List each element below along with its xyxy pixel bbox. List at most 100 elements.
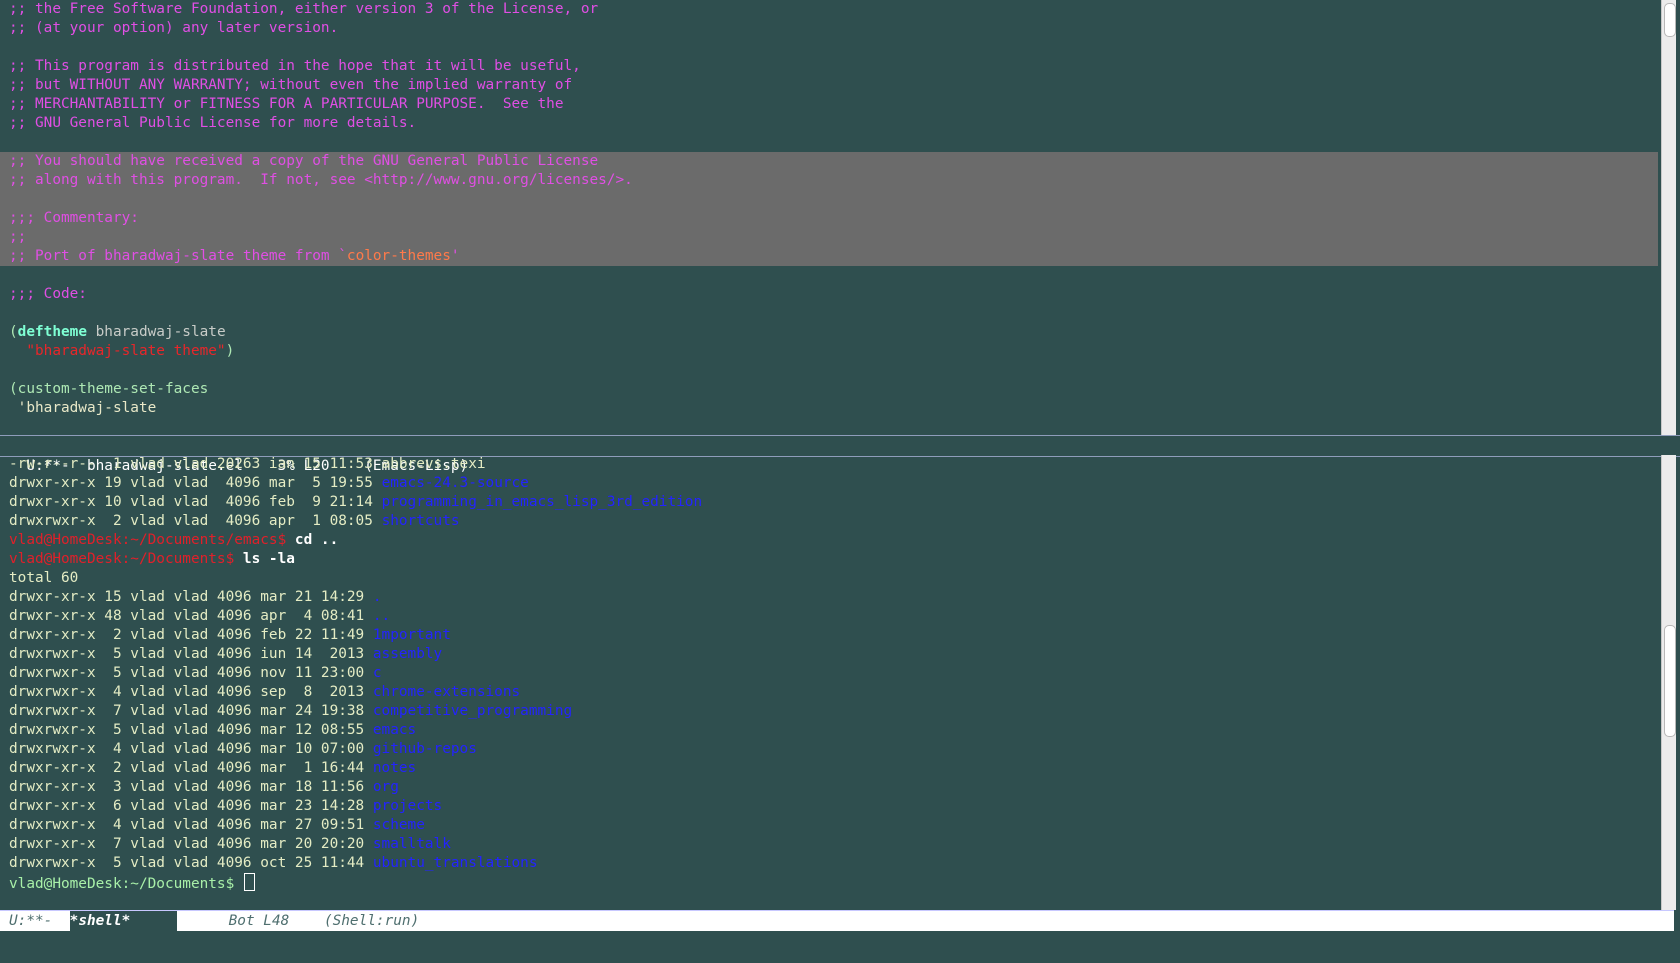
shell-text: 1mportant: [372, 627, 451, 643]
shell-mode-line-status: U:**-: [9, 913, 70, 929]
shell-text: emacs: [372, 722, 417, 738]
editor-text: ;; MERCHANTABILITY or FITNESS FOR A PART…: [9, 96, 564, 112]
shell-scrollbar[interactable]: [1661, 455, 1676, 910]
shell-text: c: [372, 665, 382, 681]
shell-text: -rw-r--r-- 1 vlad vlad 20263 ian 15 11:5…: [9, 456, 382, 472]
editor-text: ;; but WITHOUT ANY WARRANTY; without eve…: [9, 77, 573, 93]
shell-text: assembly: [372, 646, 443, 662]
shell-line: total 60: [0, 569, 1658, 588]
editor-text: deftheme: [17, 324, 87, 340]
shell-text: drwxr-xr-x 3 vlad vlad 4096 mar 18 11:56: [9, 779, 373, 795]
shell-text: drwxrwxr-x 5 vlad vlad 4096 iun 14 2013: [9, 646, 373, 662]
editor-line: ;; You should have received a copy of th…: [0, 152, 1658, 171]
editor-text: ;;; Commentary:: [9, 210, 139, 226]
shell-line: vlad@HomeDesk:~/Documents$ ls -la: [0, 550, 1658, 569]
shell-text: vlad@HomeDesk:~/Documents$: [9, 876, 243, 892]
shell-text: shortcuts: [381, 513, 460, 529]
shell-text: smalltalk: [372, 836, 451, 852]
editor-scrollbar[interactable]: [1661, 0, 1676, 435]
editor-buffer[interactable]: ;; the Free Software Foundation, either …: [0, 0, 1658, 435]
editor-scrollbar-thumb[interactable]: [1664, 3, 1676, 37]
shell-text: abbrevs.texi: [381, 456, 486, 472]
shell-text: competitive_programming: [372, 703, 573, 719]
shell-text: drwxrwxr-x 5 vlad vlad 4096 nov 11 23:00: [9, 665, 373, 681]
shell-text: drwxrwxr-x 4 vlad vlad 4096 mar 10 07:00: [9, 741, 373, 757]
echo-area[interactable]: [0, 931, 1680, 963]
shell-text: scheme: [372, 817, 425, 833]
editor-line: ;; the Free Software Foundation, either …: [0, 0, 1658, 19]
shell-text: drwxr-xr-x 15 vlad vlad 4096 mar 21 14:2…: [9, 589, 373, 605]
shell-text: drwxrwxr-x 4 vlad vlad 4096 sep 8 2013: [9, 684, 373, 700]
shell-line: drwxrwxr-x 5 vlad vlad 4096 iun 14 2013 …: [0, 645, 1658, 664]
editor-text: ;;: [9, 229, 27, 245]
shell-line: drwxr-xr-x 15 vlad vlad 4096 mar 21 14:2…: [0, 588, 1658, 607]
shell-line: drwxrwxr-x 2 vlad vlad 4096 apr 1 08:05 …: [0, 512, 1658, 531]
shell-text: vlad@HomeDesk:~/Documents$: [9, 551, 235, 567]
shell-text: projects: [372, 798, 443, 814]
shell-line: drwxr-xr-x 10 vlad vlad 4096 feb 9 21:14…: [0, 493, 1658, 512]
shell-line: vlad@HomeDesk:~/Documents/emacs$ cd ..: [0, 531, 1658, 550]
shell-text: programming_in_emacs_lisp_3rd_edition: [381, 494, 703, 510]
shell-line: drwxr-xr-x 7 vlad vlad 4096 mar 20 20:20…: [0, 835, 1658, 854]
shell-mode-line: U:**- *shell* Bot L48 (Shell:run): [0, 910, 1674, 931]
shell-buffer[interactable]: -rw-r--r-- 1 vlad vlad 20263 ian 15 11:5…: [0, 455, 1658, 910]
editor-text: ;; (at your option) any later version.: [9, 20, 339, 36]
shell-line: vlad@HomeDesk:~/Documents$: [0, 873, 1658, 892]
editor-text: ;; the Free Software Foundation, either …: [9, 1, 599, 17]
shell-line: -rw-r--r-- 1 vlad vlad 20263 ian 15 11:5…: [0, 455, 1658, 474]
shell-text: github-repos: [372, 741, 477, 757]
shell-text: .: [372, 589, 382, 605]
editor-text: ;;; Code:: [9, 286, 87, 302]
shell-text: chrome-extensions: [372, 684, 521, 700]
editor-text: 'bharadwaj-slate: [9, 400, 157, 416]
editor-text: [9, 343, 26, 359]
shell-text: drwxrwxr-x 2 vlad vlad 4096 apr 1 08:05: [9, 513, 382, 529]
shell-line: drwxrwxr-x 4 vlad vlad 4096 sep 8 2013 c…: [0, 683, 1658, 702]
editor-line: ;;; Commentary:: [0, 209, 1658, 228]
editor-line: ;;; Code:: [0, 285, 1658, 304]
editor-line: ;; GNU General Public License for more d…: [0, 114, 1658, 133]
shell-text: drwxrwxr-x 4 vlad vlad 4096 mar 27 09:51: [9, 817, 373, 833]
editor-text: ;; Port of bharadwaj-slate theme from `: [9, 248, 347, 264]
shell-line: drwxr-xr-x 19 vlad vlad 4096 mar 5 19:55…: [0, 474, 1658, 493]
editor-line: (custom-theme-set-faces: [0, 380, 1658, 399]
editor-text: bharadwaj-slate: [86, 324, 226, 340]
shell-text: notes: [372, 760, 417, 776]
shell-text: drwxr-xr-x 2 vlad vlad 4096 feb 22 11:49: [9, 627, 373, 643]
editor-line: ;; MERCHANTABILITY or FITNESS FOR A PART…: [0, 95, 1658, 114]
editor-text: ;; along with this program. If not, see …: [9, 172, 633, 188]
editor-text: (custom-theme-set-faces: [9, 381, 209, 397]
shell-text: drwxr-xr-x 10 vlad vlad 4096 feb 9 21:14: [9, 494, 382, 510]
editor-line: ;; (at your option) any later version.: [0, 19, 1658, 38]
editor-line: (deftheme bharadwaj-slate: [0, 323, 1658, 342]
shell-mode-line-buffer-name[interactable]: *shell*: [69, 911, 177, 931]
shell-line: drwxr-xr-x 6 vlad vlad 4096 mar 23 14:28…: [0, 797, 1658, 816]
editor-text: ': [450, 248, 460, 264]
shell-text: drwxr-xr-x 6 vlad vlad 4096 mar 23 14:28: [9, 798, 373, 814]
shell-text: ..: [372, 608, 391, 624]
shell-text: cd ..: [286, 532, 339, 548]
shell-line: drwxr-xr-x 2 vlad vlad 4096 mar 1 16:44 …: [0, 759, 1658, 778]
editor-mode-line: U:**- bharadwaj-slate.el 3% L20 (Emacs-L…: [0, 435, 1680, 474]
shell-line: drwxrwxr-x 5 vlad vlad 4096 nov 11 23:00…: [0, 664, 1658, 683]
shell-text: total 60: [9, 570, 79, 586]
editor-line: ;; Port of bharadwaj-slate theme from `c…: [0, 247, 1658, 266]
shell-text: vlad@HomeDesk:~/Documents/emacs$: [9, 532, 287, 548]
editor-line: [0, 190, 1658, 209]
editor-text: "bharadwaj-slate theme": [26, 343, 226, 359]
editor-line: ;;: [0, 228, 1658, 247]
shell-text: drwxrwxr-x 5 vlad vlad 4096 oct 25 11:44: [9, 855, 373, 871]
editor-line: ;; along with this program. If not, see …: [0, 171, 1658, 190]
shell-line: drwxrwxr-x 4 vlad vlad 4096 mar 27 09:51…: [0, 816, 1658, 835]
editor-line: ;; but WITHOUT ANY WARRANTY; without eve…: [0, 76, 1658, 95]
editor-line: "bharadwaj-slate theme"): [0, 342, 1658, 361]
shell-scrollbar-thumb[interactable]: [1664, 625, 1676, 737]
shell-line: drwxr-xr-x 3 vlad vlad 4096 mar 18 11:56…: [0, 778, 1658, 797]
cursor: [243, 873, 255, 891]
editor-line: ;; This program is distributed in the ho…: [0, 57, 1658, 76]
shell-line: drwxr-xr-x 48 vlad vlad 4096 apr 4 08:41…: [0, 607, 1658, 626]
